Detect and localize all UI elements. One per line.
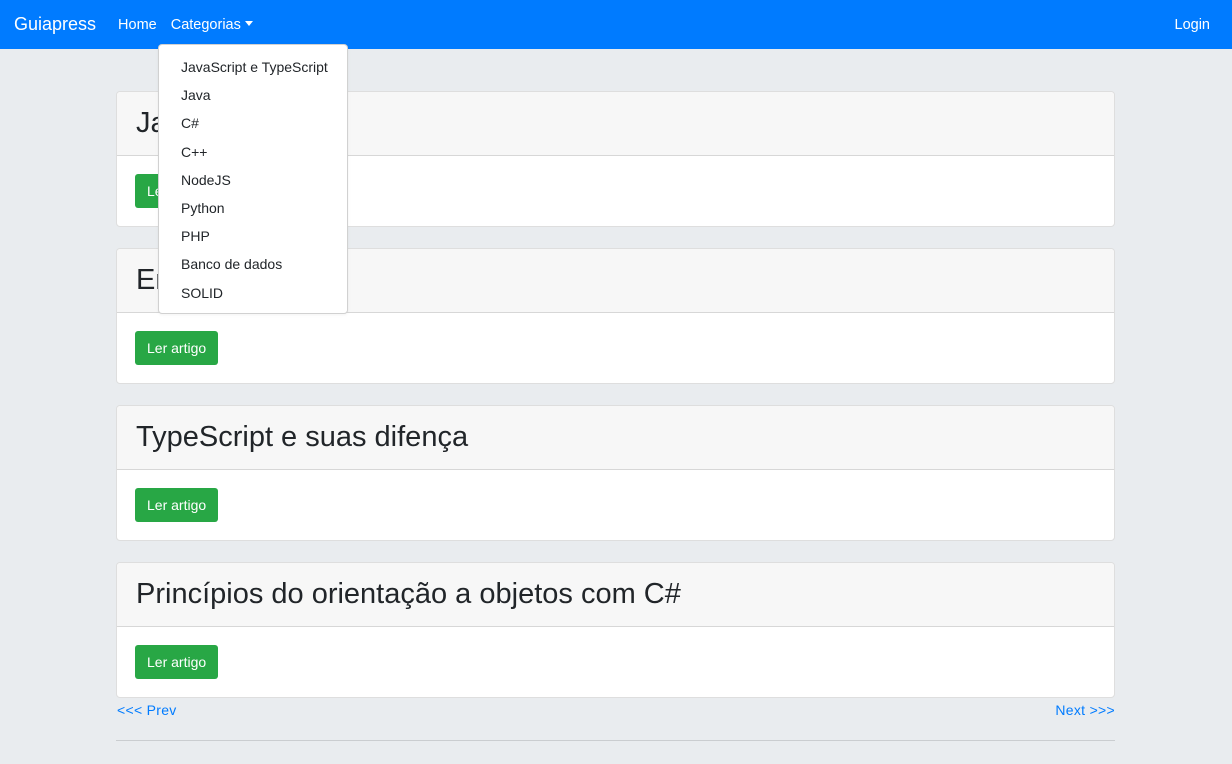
prev-page-link[interactable]: <<< Prev [117,702,177,718]
caret-down-icon [244,20,253,26]
dropdown-item-python[interactable]: Python [159,197,347,225]
next-page-link[interactable]: Next >>> [1055,702,1115,718]
nav-categories-label: Categorias [170,16,241,33]
article-card-header: TypeScript e suas difença [117,406,1114,470]
article-title: TypeScript e suas difença [136,421,469,453]
pagination: <<< Prev Next >>> [117,700,1115,720]
nav-login-link[interactable]: Login [1175,17,1210,33]
brand-link[interactable]: Guiapress [14,14,96,35]
article-card-header: Princípios do orientação a objetos com C… [117,563,1114,627]
dropdown-item-cpp[interactable]: C++ [159,141,347,169]
article-title: Princípios do orientação a objetos com C… [136,578,681,610]
nav-categories-dropdown-toggle[interactable]: Categorias [171,17,253,33]
top-navbar: Guiapress Home Categorias Login [0,0,1232,49]
article-card-body: Ler artigo [117,470,1114,540]
read-article-button[interactable]: Ler artigo [135,331,219,365]
dropdown-item-nodejs[interactable]: NodeJS [159,169,347,197]
read-article-button[interactable]: Ler artigo [135,645,219,679]
footer-divider [116,740,1115,741]
dropdown-item-java[interactable]: Java [159,84,347,112]
article-card-body: Ler artigo [117,627,1114,697]
dropdown-item-solid[interactable]: SOLID [159,282,347,310]
article-card: Princípios do orientação a objetos com C… [116,562,1115,698]
article-card-body: Ler artigo [117,313,1114,383]
dropdown-item-php[interactable]: PHP [159,225,347,253]
dropdown-item-banco-de-dados[interactable]: Banco de dados [159,253,347,281]
dropdown-item-csharp[interactable]: C# [159,112,347,140]
nav-home-link[interactable]: Home [118,17,157,33]
dropdown-item-javascript-typescript[interactable]: JavaScript e TypeScript [159,56,347,84]
read-article-button[interactable]: Ler artigo [135,488,219,522]
article-card: TypeScript e suas difença Ler artigo [116,405,1115,541]
categories-dropdown-menu: JavaScript e TypeScript Java C# C++ Node… [158,44,348,314]
